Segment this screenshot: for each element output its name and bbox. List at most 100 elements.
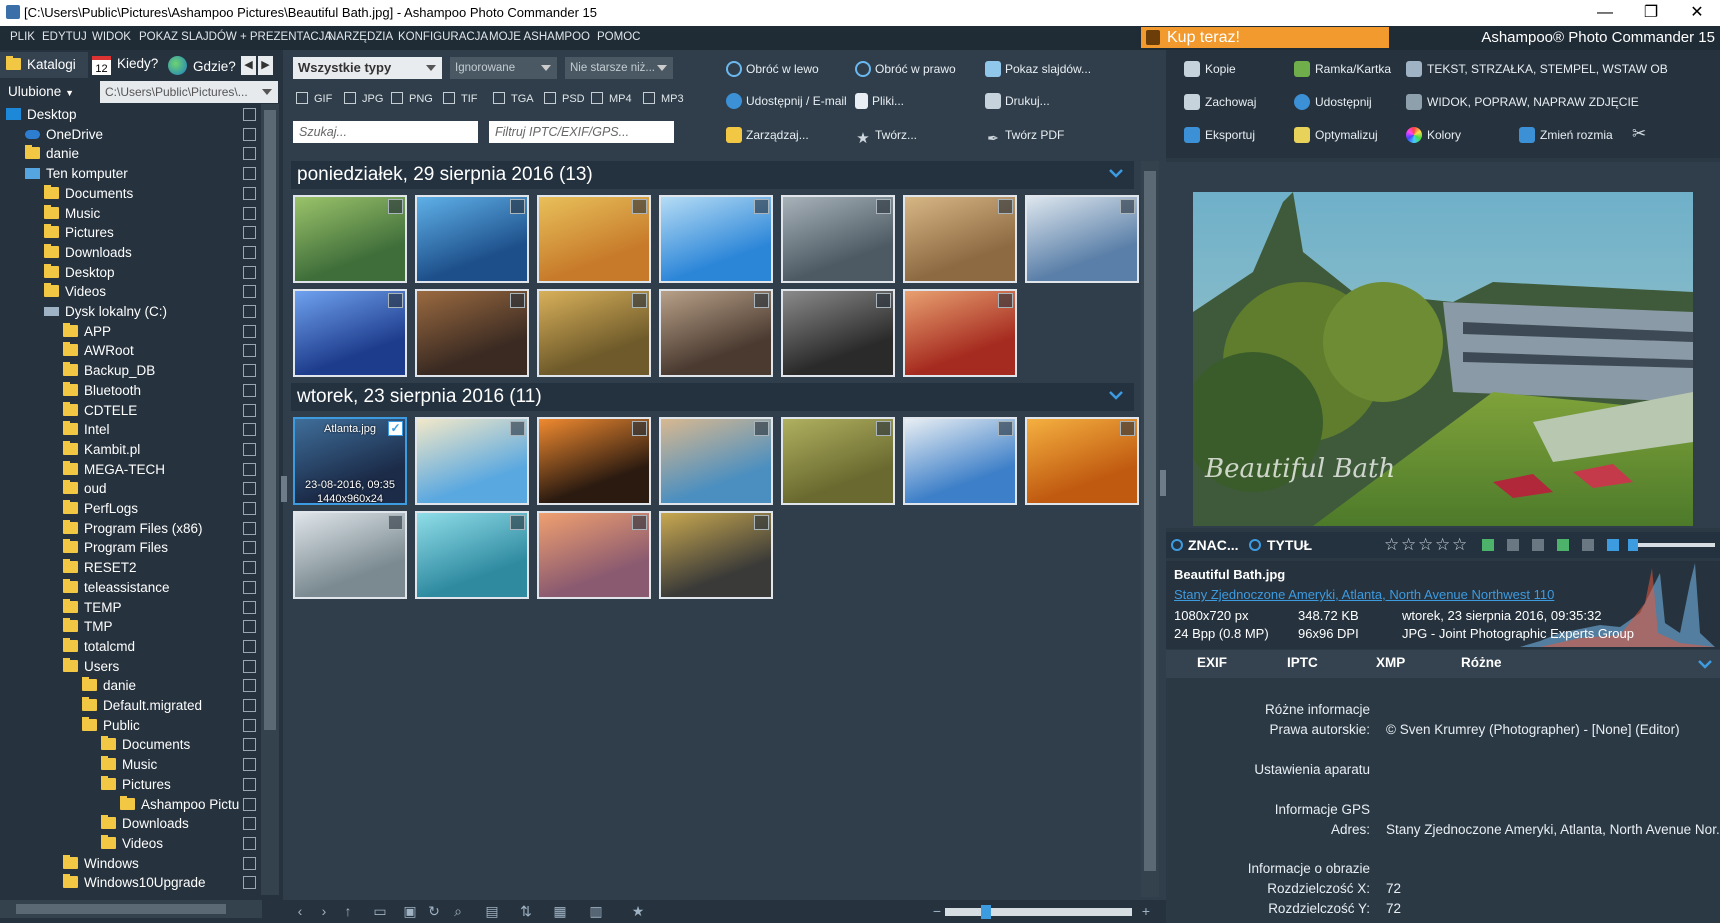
- tree-item-checkbox[interactable]: [243, 423, 256, 437]
- photo-thumbnail[interactable]: [415, 511, 529, 599]
- photo-thumbnail[interactable]: [537, 417, 651, 505]
- tab-catalogs[interactable]: Katalogi: [6, 56, 76, 81]
- tree-item[interactable]: AWRoot: [63, 341, 134, 360]
- thumbnail-checkbox[interactable]: [632, 515, 647, 530]
- rating-star-icon[interactable]: ☆: [1435, 535, 1450, 555]
- format-checkbox-mp4[interactable]: MP4: [591, 92, 632, 105]
- thumbnail-checkbox[interactable]: [998, 421, 1013, 436]
- photo-thumbnail[interactable]: [1025, 417, 1139, 505]
- search-input[interactable]: Szukaj...: [293, 121, 478, 143]
- info-location-link[interactable]: Stany Zjednoczone Ameryki, Atlanta, Nort…: [1174, 587, 1554, 602]
- thumbnail-checkbox[interactable]: [1120, 421, 1135, 436]
- menu-widok[interactable]: WIDOK: [92, 31, 131, 43]
- preview-image[interactable]: Beautiful Bath: [1193, 192, 1693, 526]
- tab-next-arrow[interactable]: ▶: [258, 56, 273, 75]
- tree-item[interactable]: OneDrive: [25, 125, 103, 144]
- thumbnail-checkbox[interactable]: [510, 293, 525, 308]
- tree-item[interactable]: Downloads: [44, 243, 132, 262]
- chevron-down-icon[interactable]: [1696, 656, 1714, 672]
- tree-item[interactable]: APP: [63, 322, 111, 341]
- tree-item-checkbox[interactable]: [243, 502, 256, 515]
- preview-zoom-slider[interactable]: [1628, 539, 1715, 551]
- path-field[interactable]: C:\Users\Public\Pictures\...: [100, 81, 278, 103]
- tree-item-checkbox[interactable]: [243, 482, 256, 496]
- tree-item[interactable]: Public: [82, 716, 140, 735]
- tree-item[interactable]: PerfLogs: [63, 499, 138, 518]
- photo-thumbnail[interactable]: [903, 195, 1017, 283]
- tree-item-checkbox[interactable]: [243, 324, 256, 338]
- tree-item-checkbox[interactable]: [243, 285, 256, 299]
- rating-star-icon[interactable]: ☆: [1401, 535, 1416, 555]
- tree-item-checkbox[interactable]: [243, 442, 256, 456]
- menu-narzedzia[interactable]: NARZĘDZIA: [328, 31, 393, 43]
- date-group-header[interactable]: poniedziałek, 29 sierpnia 2016 (13): [291, 161, 1134, 189]
- tag-icon[interactable]: [1532, 539, 1544, 551]
- age-dropdown[interactable]: Nie starsze niż...: [565, 57, 673, 79]
- photo-thumbnail[interactable]: [903, 417, 1017, 505]
- maximize-button[interactable]: ❐: [1628, 0, 1674, 26]
- zoom-in-icon[interactable]: +: [1138, 904, 1154, 919]
- tree-item-checkbox[interactable]: [243, 639, 256, 653]
- tree-item-checkbox[interactable]: [243, 167, 256, 181]
- tree-item[interactable]: TEMP: [63, 598, 122, 617]
- create-pdf-button[interactable]: ✒ Twórz PDF: [985, 126, 1064, 146]
- tree-item-checkbox[interactable]: [243, 127, 256, 141]
- tree-item[interactable]: Program Files: [63, 538, 168, 557]
- thumbnail-checkbox[interactable]: [754, 515, 769, 530]
- tab-xmp[interactable]: XMP: [1376, 655, 1405, 670]
- zoom-icon[interactable]: ⌕: [450, 904, 466, 919]
- tab-rozne[interactable]: Różne: [1461, 655, 1502, 670]
- tree-item[interactable]: Music: [101, 755, 157, 774]
- date-group-header[interactable]: wtorek, 23 sierpnia 2016 (11): [291, 383, 1134, 411]
- zoom-out-icon[interactable]: −: [929, 904, 945, 919]
- tab-when[interactable]: 12 Kiedy?: [92, 56, 158, 80]
- flag-icon[interactable]: [1507, 539, 1519, 551]
- photo-thumbnail[interactable]: [293, 289, 407, 377]
- tree-item-checkbox[interactable]: [243, 245, 256, 259]
- tree-item[interactable]: Bluetooth: [63, 381, 141, 400]
- tree-item[interactable]: Dysk lokalny (C:): [44, 302, 167, 321]
- tree-item-checkbox[interactable]: [243, 147, 256, 161]
- format-checkbox-jpg[interactable]: JPG: [344, 92, 383, 105]
- menu-slideshow[interactable]: POKAZ SLAJDÓW + PREZENTACJA: [139, 31, 332, 43]
- photo-thumbnail[interactable]: [781, 417, 895, 505]
- up-arrow-icon[interactable]: ↑: [340, 904, 356, 919]
- thumbnail-checkbox[interactable]: [388, 293, 403, 308]
- format-checkbox-psd[interactable]: PSD: [544, 92, 585, 105]
- format-checkbox-tif[interactable]: TIF: [443, 92, 478, 105]
- share-email-button[interactable]: Udostępnij / E-mail: [726, 92, 847, 110]
- tree-item-checkbox[interactable]: [243, 206, 256, 220]
- thumbnail-checkbox[interactable]: [632, 199, 647, 214]
- compare-icon[interactable]: [1582, 539, 1594, 551]
- photo-thumbnail[interactable]: [659, 289, 773, 377]
- tab-iptc[interactable]: IPTC: [1287, 655, 1318, 670]
- photo-thumbnail[interactable]: [659, 417, 773, 505]
- thumbnail-checkbox[interactable]: [998, 199, 1013, 214]
- close-button[interactable]: ✕: [1674, 0, 1720, 26]
- new-folder-icon[interactable]: ▤: [484, 904, 500, 919]
- scissors-icon[interactable]: ✂: [1632, 124, 1646, 144]
- tree-item-checkbox[interactable]: [243, 364, 256, 378]
- forward-arrow-icon[interactable]: ›: [316, 904, 332, 919]
- rotate-left-button[interactable]: Obróć w lewo: [726, 60, 819, 78]
- view-fix-button[interactable]: WIDOK, POPRAW, NAPRAW ZDJĘCIE: [1406, 93, 1639, 111]
- photo-thumbnail[interactable]: [537, 511, 651, 599]
- photo-thumbnail[interactable]: [659, 511, 773, 599]
- rating-filter-icon[interactable]: ★: [630, 904, 646, 919]
- format-checkbox-mp3[interactable]: MP3: [643, 92, 684, 105]
- tree-item-checkbox[interactable]: [243, 738, 256, 752]
- thumbnail-checkbox[interactable]: [632, 293, 647, 308]
- tree-item[interactable]: CDTELE: [63, 401, 137, 420]
- photo-thumbnail[interactable]: [659, 195, 773, 283]
- tree-item[interactable]: Documents: [101, 735, 190, 754]
- tree-item-checkbox[interactable]: [243, 836, 256, 850]
- ignored-dropdown[interactable]: Ignorowane: [450, 57, 557, 79]
- tree-item[interactable]: Music: [44, 204, 100, 223]
- manage-button[interactable]: Zarządzaj...: [726, 126, 809, 144]
- optimize-button[interactable]: Optymalizuj: [1294, 126, 1378, 144]
- tree-item-checkbox[interactable]: [243, 699, 256, 712]
- share-button[interactable]: Udostępnij: [1294, 93, 1372, 111]
- color-label-icon[interactable]: [1482, 539, 1494, 551]
- tab-exif[interactable]: EXIF: [1197, 655, 1227, 670]
- left-panel-collapse[interactable]: [281, 476, 287, 502]
